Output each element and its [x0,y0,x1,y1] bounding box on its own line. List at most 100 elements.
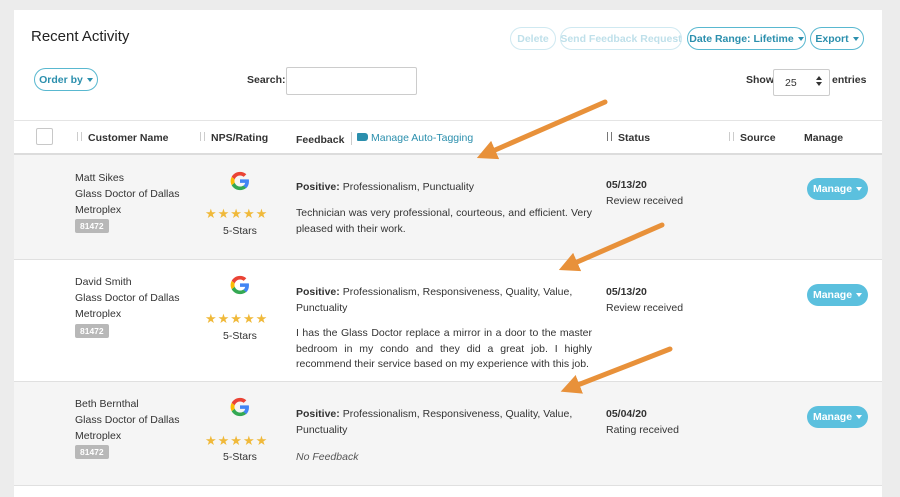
send-feedback-request-button[interactable]: Send Feedback Request [560,27,682,50]
manage-auto-tagging-link[interactable]: Manage Auto-Tagging [357,132,473,144]
star-rating: ★★★★★ [205,206,269,221]
location-badge: 81472 [75,219,109,233]
rating-label: 5-Stars [223,225,257,237]
delete-button[interactable]: Delete [510,27,556,50]
caret-down-icon [856,187,863,191]
status-label: Status [618,132,651,144]
star-rating: ★★★★★ [205,433,269,448]
rating-label: 5-Stars [223,330,257,342]
google-icon [230,397,249,417]
feedback-text: Technician was very professional, courte… [296,207,592,235]
select-all-checkbox[interactable] [36,128,53,145]
sort-icon [727,132,735,142]
caret-down-icon [797,36,804,41]
google-icon [230,275,249,295]
google-icon [230,171,249,191]
location-badge: 81472 [75,445,109,459]
activity-date: 05/04/20 [606,408,647,420]
customer-name[interactable]: David Smith [75,274,179,290]
entries-label: entries [832,74,867,86]
order-by-dropdown[interactable]: Order by [34,68,98,91]
caret-down-icon [86,77,93,82]
sentiment-label: Positive: [296,181,340,193]
caret-down-icon [856,293,863,297]
feedback-label: Feedback [296,134,345,146]
location-badge: 81472 [75,324,109,338]
tags-line1: Professionalism, Punctuality [342,181,474,193]
column-header-manage: Manage [804,132,843,144]
feedback-text: I has the Glass Doctor replace a mirror … [296,327,592,370]
tags-line2: Punctuality [296,302,348,314]
source-label: Source [740,132,776,144]
column-header-feedback: Feedback [296,132,359,146]
activity-status: Review received [606,302,684,314]
caret-down-icon [856,415,863,419]
manage-auto-tagging-label: Manage Auto-Tagging [371,132,474,144]
order-by-label: Order by [39,73,83,86]
column-header-nps-rating[interactable]: NPS/Rating [198,132,268,144]
activity-date: 05/13/20 [606,286,647,298]
recent-activity-panel: Recent Activity Delete Send Feedback Req… [14,10,882,497]
activity-status: Review received [606,195,684,207]
export-label: Export [815,32,849,45]
date-range-label: Date Range: Lifetime [689,32,794,45]
sentiment-label: Positive: [296,408,340,420]
show-label: Show [746,74,774,86]
page-title: Recent Activity [31,28,130,45]
caret-down-icon [852,36,859,41]
tag-icon [357,133,368,141]
tags-line2: Punctuality [296,424,348,436]
sentiment-label: Positive: [296,286,340,298]
table-row: David Smith Glass Doctor of Dallas Metro… [14,260,882,382]
star-rating: ★★★★★ [205,311,269,326]
activity-status: Rating received [606,424,679,436]
sort-icon [198,132,206,142]
customer-name-label: Customer Name [88,132,169,144]
rating-label: 5-Stars [223,451,257,463]
customer-name[interactable]: Beth Bernthal [75,396,179,412]
customer-company: Glass Doctor of Dallas [75,292,180,304]
customer-company-line2: Metroplex [75,204,122,216]
customer-company-line2: Metroplex [75,308,122,320]
feedback-tags: Positive: Professionalism, Punctuality [296,179,592,195]
sort-icon [605,132,613,142]
customer-info: Matt Sikes Glass Doctor of Dallas Metrop… [75,170,179,218]
manage-button[interactable]: Manage [807,406,868,428]
column-header-customer-name[interactable]: Customer Name [75,132,169,144]
column-header-status[interactable]: Status [605,132,650,144]
delete-button-label: Delete [517,32,549,45]
sort-icon [75,132,83,142]
tags-line1: Professionalism, Responsiveness, Quality… [342,408,573,420]
manage-header-label: Manage [804,132,844,144]
date-range-dropdown[interactable]: Date Range: Lifetime [687,27,806,50]
header-divider [14,120,882,121]
activity-date: 05/13/20 [606,179,647,191]
send-feedback-label: Send Feedback Request [560,32,682,45]
nps-rating-label: NPS/Rating [211,132,269,144]
manage-button-label: Manage [812,411,853,423]
customer-info: Beth Bernthal Glass Doctor of Dallas Met… [75,396,179,444]
entries-select[interactable]: 25 [773,69,830,96]
customer-info: David Smith Glass Doctor of Dallas Metro… [75,274,179,322]
customer-company: Glass Doctor of Dallas [75,414,180,426]
customer-name[interactable]: Matt Sikes [75,170,179,186]
customer-company: Glass Doctor of Dallas [75,188,180,200]
select-arrows-icon [816,76,822,89]
column-header-source[interactable]: Source [727,132,776,144]
search-input[interactable] [286,67,417,95]
feedback-tags: Positive: Professionalism, Responsivenes… [296,406,592,438]
table-row: Matt Sikes Glass Doctor of Dallas Metrop… [14,155,882,260]
no-feedback-text: No Feedback [296,451,359,463]
search-label: Search: [247,74,286,86]
feedback-tags: Positive: Professionalism, Responsivenes… [296,284,592,316]
entries-select-value: 25 [785,77,797,89]
manage-button[interactable]: Manage [807,178,868,200]
export-dropdown[interactable]: Export [810,27,864,50]
header-separator [351,132,353,145]
manage-button-label: Manage [812,289,853,301]
tags-line1: Professionalism, Responsiveness, Quality… [342,286,573,298]
customer-company-line2: Metroplex [75,430,122,442]
manage-button-label: Manage [812,183,853,195]
manage-button[interactable]: Manage [807,284,868,306]
table-row: Beth Bernthal Glass Doctor of Dallas Met… [14,382,882,486]
